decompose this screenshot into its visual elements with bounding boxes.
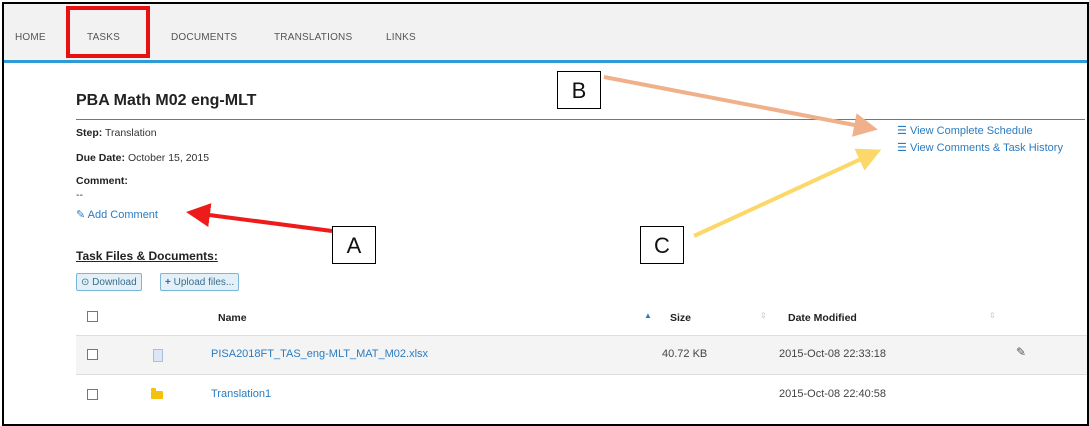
arrow-a <box>186 203 333 233</box>
callout-a: A <box>332 226 376 264</box>
screenshot-frame: HOME TASKS DOCUMENTS TRANSLATIONS LINKS … <box>2 2 1089 426</box>
annotation-arrows <box>186 75 882 238</box>
callout-c: C <box>640 226 684 264</box>
arrow-c <box>693 148 882 238</box>
arrow-b <box>603 75 878 137</box>
callout-b: B <box>557 71 601 109</box>
